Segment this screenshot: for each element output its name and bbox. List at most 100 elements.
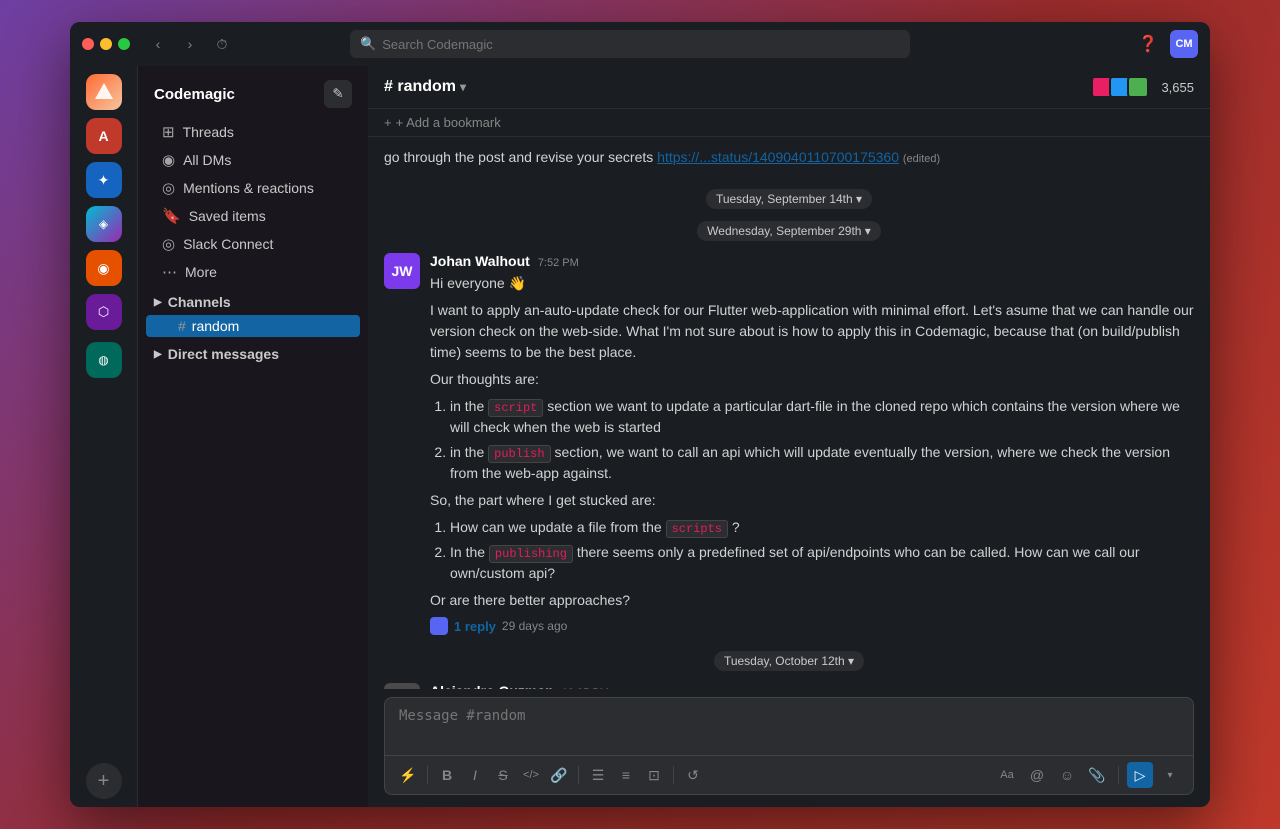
code-publishing: publishing: [489, 545, 573, 563]
member-count: 3,655: [1161, 80, 1194, 95]
plus-icon: +: [384, 115, 392, 130]
sidebar-item-mentions[interactable]: ◎ Mentions & reactions: [146, 175, 360, 201]
new-message-button[interactable]: ✎: [324, 80, 352, 108]
reply-time: 29 days ago: [502, 619, 567, 633]
all-dms-label: All DMs: [183, 152, 231, 168]
channel-name: # random: [384, 78, 456, 96]
sidebar-item-all-dms[interactable]: ◉ All DMs: [146, 147, 360, 173]
body-text: I want to apply an-auto-update check for…: [430, 300, 1194, 363]
bookmark-label: + Add a bookmark: [396, 115, 501, 130]
send-dropdown-button[interactable]: ▾: [1157, 762, 1183, 788]
message-group-1: JW Johan Walhout 7:52 PM Hi everyone 👋 I…: [384, 253, 1194, 635]
code-script: script: [488, 399, 543, 417]
sidebar-app-purple[interactable]: ⬡: [86, 294, 122, 330]
reply-count: 1 reply: [454, 619, 496, 634]
bold-button[interactable]: B: [434, 762, 460, 788]
maximize-button[interactable]: [118, 38, 130, 50]
stuck-intro: So, the part where I get stucked are:: [430, 490, 1194, 511]
saved-label: Saved items: [189, 208, 266, 224]
stuck-1: How can we update a file from the script…: [450, 517, 1194, 538]
nav-sidebar: Codemagic ✎ ⊞ Threads ◉ All DMs ◎: [138, 66, 368, 807]
workspace-header[interactable]: Codemagic ✎: [138, 70, 368, 118]
search-bar[interactable]: 🔍: [350, 30, 910, 58]
code-publish: publish: [488, 445, 550, 463]
sidebar-app-codemagic[interactable]: [86, 74, 122, 110]
direct-messages-section-header[interactable]: ▶ Direct messages: [138, 338, 368, 366]
channel-header-right: 3,655: [1095, 76, 1194, 98]
toolbar-right: Aa @ ☺ 📎 ▷ ▾: [994, 762, 1183, 788]
sidebar-app-multi[interactable]: ◈: [86, 206, 122, 242]
channel-label-random: random: [192, 318, 239, 334]
date-label-sep29[interactable]: Wednesday, September 29th ▾: [697, 221, 881, 241]
sidebar-item-threads[interactable]: ⊞ Threads: [146, 119, 360, 145]
mention-button[interactable]: @: [1024, 762, 1050, 788]
channels-section-header[interactable]: ▶ Channels: [138, 286, 368, 314]
add-workspace-button[interactable]: +: [86, 763, 122, 799]
mentions-label: Mentions & reactions: [183, 180, 314, 196]
date-label-sep14[interactable]: Tuesday, September 14th ▾: [706, 189, 872, 209]
forward-button[interactable]: ›: [178, 32, 202, 56]
history-button[interactable]: ⏱: [210, 32, 234, 56]
toolbar-divider-3: [673, 766, 674, 784]
thoughts-list: in the script section we want to update …: [430, 396, 1194, 484]
sidebar-app-red[interactable]: A: [86, 118, 122, 154]
stuck-2: In the publishing there seems only a pre…: [450, 542, 1194, 584]
user-avatar[interactable]: CM: [1170, 30, 1198, 58]
number-list-button[interactable]: ≡: [613, 762, 639, 788]
add-bookmark-button[interactable]: + + Add a bookmark: [384, 115, 501, 130]
attach-button[interactable]: 📎: [1084, 762, 1110, 788]
truncated-link[interactable]: https://...status/1409040110700175360: [657, 149, 899, 165]
channels-section-label: Channels: [168, 294, 231, 310]
member-avatars[interactable]: [1095, 76, 1149, 98]
date-label-oct12[interactable]: Tuesday, October 12th ▾: [714, 651, 864, 671]
search-input[interactable]: [382, 37, 900, 52]
italic-button[interactable]: I: [462, 762, 488, 788]
sidebar-app-orange[interactable]: ◉: [86, 250, 122, 286]
help-button[interactable]: ❓: [1134, 30, 1162, 58]
main-layout: A ✦ ◈ ◉ ⬡ ◍ +: [70, 66, 1210, 807]
sidebar-app-teal[interactable]: ◍: [86, 342, 122, 378]
strikethrough-button[interactable]: S: [490, 762, 516, 788]
emoji-button[interactable]: ☺: [1054, 762, 1080, 788]
message-toolbar: ⚡ B I S </> 🔗 ☰ ≡ ⊡ ↺: [385, 755, 1193, 794]
hash-icon: #: [178, 318, 186, 334]
code-button[interactable]: </>: [518, 762, 544, 788]
sidebar-app-blue[interactable]: ✦: [86, 162, 122, 198]
avatar-johan: JW: [384, 253, 420, 289]
toolbar-divider-2: [578, 766, 579, 784]
italic-icon: I: [473, 767, 477, 783]
thoughts-intro: Our thoughts are:: [430, 369, 1194, 390]
send-button[interactable]: ▷: [1127, 762, 1153, 788]
workspace-icons: ✎: [324, 80, 352, 108]
sidebar-item-slack-connect[interactable]: ◎ Slack Connect: [146, 231, 360, 257]
indent-button[interactable]: ⊡: [641, 762, 667, 788]
saved-icon: 🔖: [162, 207, 181, 225]
minimize-button[interactable]: [100, 38, 112, 50]
message-body-1: Johan Walhout 7:52 PM Hi everyone 👋 I wa…: [430, 253, 1194, 635]
lightning-button[interactable]: ⚡: [395, 762, 421, 788]
sender-name-1: Johan Walhout: [430, 253, 530, 269]
bold-icon: B: [442, 767, 452, 783]
channel-title[interactable]: # random ▾: [384, 78, 466, 96]
message-input[interactable]: [385, 698, 1193, 750]
bookmark-bar: + + Add a bookmark: [368, 109, 1210, 137]
threads-label: Threads: [183, 124, 234, 140]
sidebar-item-more[interactable]: ⋯ More: [146, 259, 360, 285]
close-button[interactable]: [82, 38, 94, 50]
text-size-button[interactable]: Aa: [994, 762, 1020, 788]
edited-label: (edited): [903, 153, 940, 165]
date-separator-oct12: Tuesday, October 12th ▾: [384, 651, 1194, 671]
bullet-list-button[interactable]: ☰: [585, 762, 611, 788]
channel-item-random[interactable]: # random: [146, 315, 360, 337]
mentions-icon: ◎: [162, 179, 175, 197]
title-bar: ‹ › ⏱ 🔍 ❓ CM: [70, 22, 1210, 66]
desktop-background: ‹ › ⏱ 🔍 ❓ CM A: [0, 0, 1280, 829]
thread-reply-1[interactable]: 1 reply 29 days ago: [430, 617, 1194, 635]
sidebar-item-saved[interactable]: 🔖 Saved items: [146, 203, 360, 229]
undo-button[interactable]: ↺: [680, 762, 706, 788]
traffic-lights: [82, 38, 130, 50]
strikethrough-icon: S: [498, 767, 507, 783]
link-button[interactable]: 🔗: [546, 762, 572, 788]
back-button[interactable]: ‹: [146, 32, 170, 56]
messages-area[interactable]: go through the post and revise your secr…: [368, 137, 1210, 689]
